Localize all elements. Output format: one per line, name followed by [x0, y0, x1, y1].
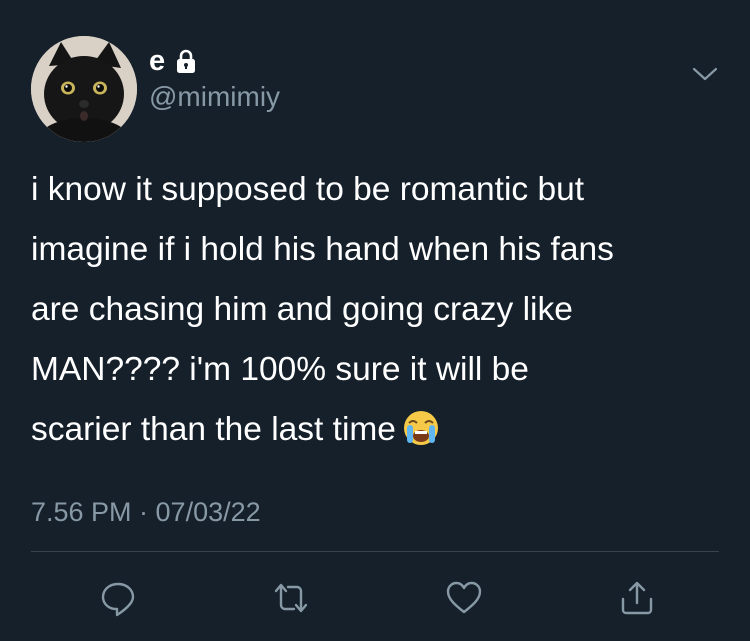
tweet-text: i know it supposed to be romantic but im… — [31, 160, 731, 460]
like-button[interactable] — [444, 578, 484, 618]
retweet-icon — [274, 583, 308, 613]
author-name-row: e — [149, 44, 199, 78]
lock-icon — [173, 48, 199, 74]
avatar[interactable] — [31, 36, 137, 142]
tweet-line: MAN???? i'm 100% sure it will be — [31, 351, 529, 388]
tweet-line: are chasing him and going crazy like — [31, 291, 573, 328]
tweet-line: scarier than the last time — [31, 411, 396, 448]
display-name[interactable]: e — [149, 44, 165, 78]
reply-icon — [101, 582, 135, 617]
share-icon — [621, 581, 653, 615]
loudly-crying-face-emoji-icon — [402, 409, 440, 447]
tweet-actions — [0, 578, 750, 618]
tweet-line: i know it supposed to be romantic but — [31, 171, 585, 208]
user-handle[interactable]: @mimimiy — [149, 80, 280, 114]
tweet-line-last: scarier than the last time — [31, 400, 731, 460]
reply-button[interactable] — [98, 578, 138, 618]
tweet-timestamp[interactable]: 7.56 PM · 07/03/22 — [31, 495, 261, 529]
heart-icon — [446, 581, 482, 614]
black-cat-avatar-icon — [31, 36, 137, 142]
chevron-down-icon[interactable] — [692, 64, 718, 84]
retweet-button[interactable] — [271, 578, 311, 618]
share-button[interactable] — [617, 578, 657, 618]
tweet-line: imagine if i hold his hand when his fans — [31, 231, 614, 268]
divider — [31, 551, 719, 552]
